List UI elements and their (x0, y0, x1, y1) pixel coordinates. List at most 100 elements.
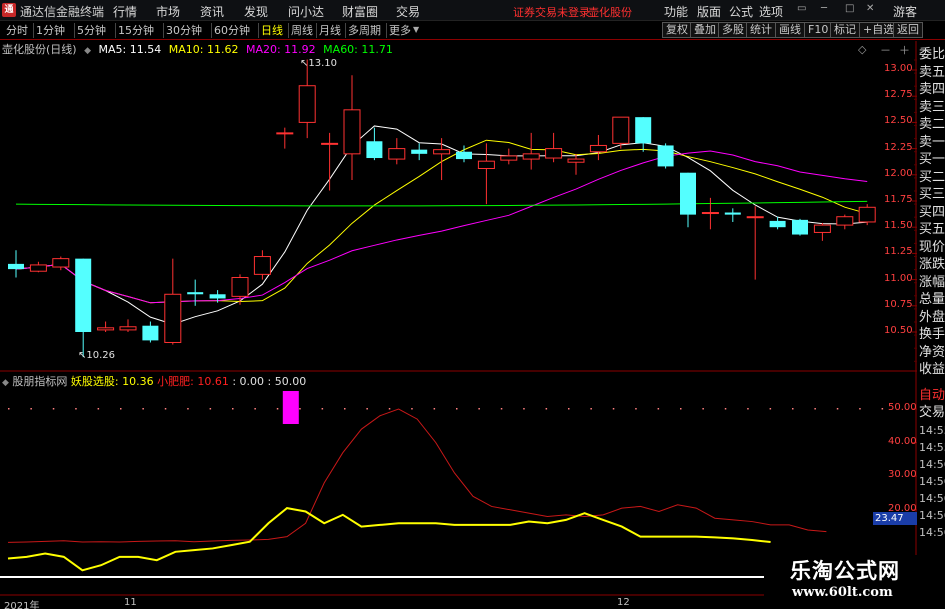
price-axis-label: 11.75 (884, 194, 913, 205)
auto-trade-label[interactable]: 交易 (919, 401, 945, 420)
tick-time-label: 14:55 (919, 424, 945, 437)
level-50-dot (209, 408, 212, 410)
indicator-axis-label: 30.00 (888, 469, 917, 481)
indicator-options-icon[interactable]: ◆ (2, 378, 9, 388)
level-50-dot (792, 408, 794, 410)
level-50-dot (120, 408, 122, 410)
date-axis-dec: 12 (617, 597, 630, 608)
sidebar-label: 卖三 (919, 99, 945, 115)
level-50-dot (187, 408, 189, 410)
sidebar-label: 卖四 (919, 82, 945, 97)
tick-time-label: 14:56 (919, 526, 945, 539)
tick-time-label: 14:56 (919, 509, 945, 522)
level-50-dot (568, 408, 570, 410)
candle-body (567, 158, 585, 163)
candle-body (164, 293, 182, 343)
level-50-dot (164, 408, 167, 410)
series-yaogu-line (7, 507, 771, 572)
price-axis-label: 13.00 (884, 63, 913, 74)
level-50-dot (97, 408, 100, 410)
candle-body (701, 212, 719, 215)
candle-body (836, 216, 854, 226)
level-50-dot (142, 408, 144, 410)
level-50-dot (30, 408, 32, 410)
tick-time-label: 14:56 (919, 458, 945, 471)
level-50-dot (881, 408, 884, 410)
candle-body (477, 160, 495, 170)
level-50-dot (433, 408, 436, 410)
level-50-dot (612, 408, 615, 410)
sidebar-label: 卖五 (919, 64, 945, 80)
candle-body (657, 145, 674, 167)
price-axis-label: 11.00 (884, 272, 913, 284)
price-axis-label: 12.00 (884, 167, 913, 179)
sidebar-label: 买四 (919, 204, 945, 220)
sidebar-label: 总量 (919, 292, 945, 307)
kline-chart[interactable] (0, 0, 945, 609)
candle-body (589, 144, 607, 153)
sidebar-label: 委比 (919, 47, 945, 62)
price-axis-label: 11.50 (884, 220, 913, 232)
sidebar-label: 卖一 (919, 134, 945, 150)
candle-body (298, 85, 316, 123)
candle-body (456, 151, 472, 160)
sidebar-label: 净资 (919, 344, 945, 360)
level-50-dot (52, 408, 55, 410)
price-axis-label: 12.25 (884, 141, 913, 153)
level-50-dot (680, 408, 682, 410)
tick-time-label: 14:55 (919, 441, 945, 454)
level-50-dot (814, 408, 816, 410)
level-50-dot (836, 408, 839, 410)
candle-body (769, 220, 786, 228)
level-50-dot (254, 408, 256, 410)
level-50-dot (8, 408, 10, 410)
candle-body (612, 116, 630, 144)
candle-body (276, 132, 294, 135)
sidebar-label: 收益 (919, 362, 945, 377)
tick-time-label: 14:56 (919, 492, 945, 505)
candle-body (500, 155, 518, 161)
candle-body (813, 224, 831, 233)
level-50-dot (456, 408, 458, 410)
watermark-url: www.60lt.com (792, 585, 893, 600)
ma60-line (15, 200, 868, 207)
sidebar-label: 买一 (919, 152, 945, 167)
sidebar-label: 涨幅 (919, 274, 945, 290)
level-50-dot (545, 408, 548, 410)
date-axis-year: 2021年 (4, 601, 40, 609)
price-axis-label: 10.75 (884, 298, 913, 310)
indicator-name[interactable]: 股朋指标网 (12, 375, 67, 388)
candle-body (97, 327, 115, 331)
level-50-dot (388, 408, 391, 410)
level-50-dot (657, 408, 660, 410)
candle-body (187, 292, 204, 295)
quote-sidebar: 委比 卖五 卖四 卖三 卖二 卖一 买一 买二 买三 买四 买五 现价 涨跌 涨幅 总量 外盘 换手 净资 收益 (917, 41, 945, 431)
indicator-header: ◆ 股朋指标网 妖股选股: 10.36 小肥肥: 10.61 : 0.00 : … (2, 373, 306, 388)
candle-body (343, 109, 361, 155)
level-50-dot (702, 408, 704, 410)
sidebar-label: 卖二 (919, 117, 945, 132)
candle-body (119, 326, 137, 331)
level-50-dot (321, 408, 324, 410)
level-50-dot (747, 408, 749, 410)
sidebar-label: 买五 (919, 222, 945, 237)
price-axis-label: 11.25 (884, 246, 913, 258)
candle-body (792, 219, 808, 235)
candle-body (209, 294, 226, 299)
level-50-dot (769, 408, 772, 410)
high-annotation: ↖13.10 (300, 58, 338, 69)
candle-body (522, 153, 540, 160)
low-annotation: ↖10.26 (78, 350, 116, 361)
level-50-dot (590, 408, 592, 410)
sidebar-label: 买二 (919, 169, 945, 185)
sidebar-label: 涨跌 (919, 257, 945, 272)
candle-body (858, 206, 876, 223)
candle-body (724, 212, 741, 215)
level-50-dot (232, 408, 234, 410)
price-axis-label: 12.75 (884, 89, 913, 101)
sidebar-label: 买三 (919, 187, 945, 202)
candle-body (433, 149, 451, 155)
price-axis-label: 12.50 (884, 115, 913, 127)
level-50-dot (411, 408, 413, 410)
indicator-axis-label: 40.00 (888, 435, 917, 447)
